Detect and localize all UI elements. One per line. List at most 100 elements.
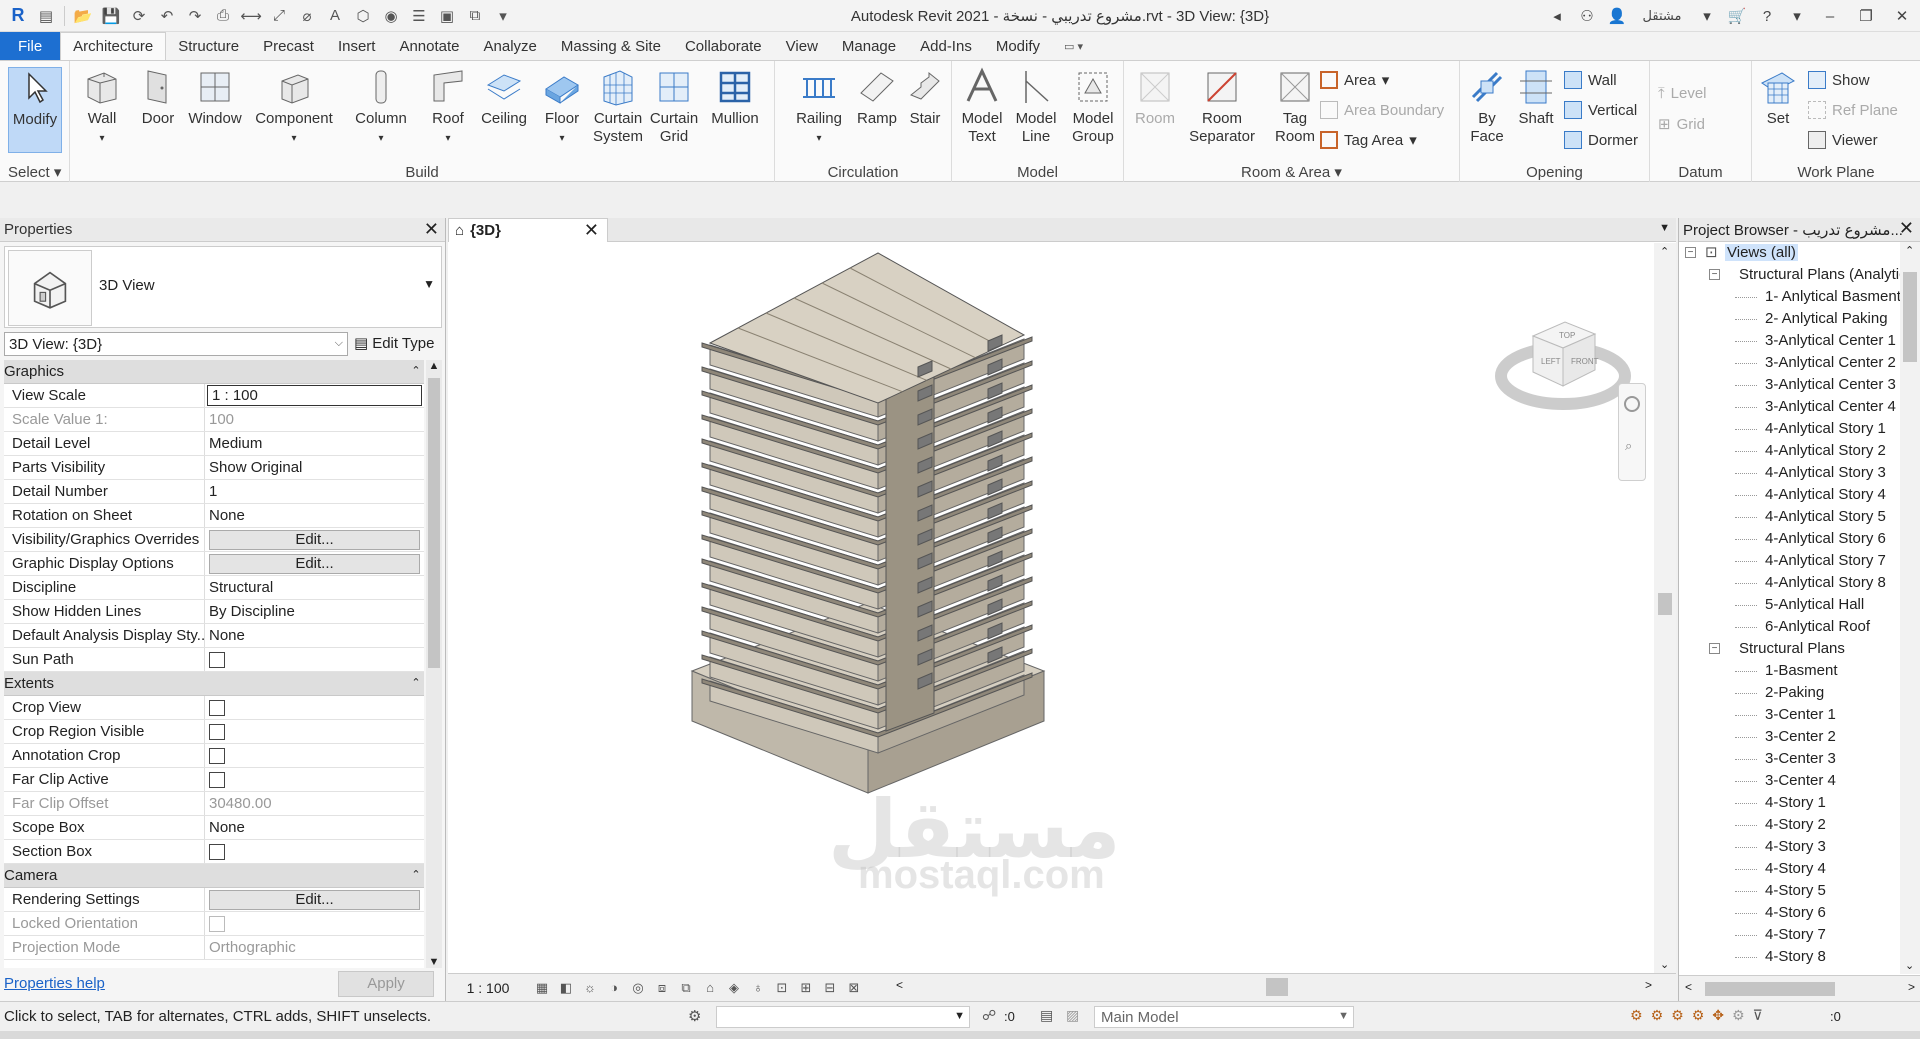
zoom-icon[interactable]: ⌕ [1625, 438, 1632, 454]
select-links-icon[interactable]: ⚙ [1630, 1007, 1643, 1024]
browser-tree-item[interactable]: 4-Story 6 [1679, 902, 1901, 924]
set-button[interactable]: Set [1756, 67, 1800, 128]
ramp-button[interactable]: Ramp [853, 67, 901, 128]
property-value[interactable]: 1 [205, 480, 424, 503]
browser-horizontal-scrollbar[interactable]: < > [1679, 975, 1920, 1001]
edit-button[interactable]: Edit... [209, 890, 420, 910]
railing-button[interactable]: Railing ▾ [789, 67, 849, 148]
roof-button[interactable]: Roof ▾ [424, 67, 472, 148]
property-value[interactable]: 1 : 100 [207, 385, 422, 406]
browser-tree-item[interactable]: 4-Story 2 [1679, 814, 1901, 836]
collapse-icon[interactable]: ⌃ [408, 864, 424, 887]
close-hidden-icon[interactable]: ▣ [433, 4, 461, 28]
property-checkbox[interactable] [205, 840, 424, 863]
worksets-icon[interactable]: ⚙ [688, 1007, 701, 1025]
property-checkbox[interactable] [205, 768, 424, 791]
temporary-hide-icon[interactable]: ◈ [724, 978, 744, 998]
print-icon[interactable]: ⎙ [209, 4, 237, 28]
tag-room-button[interactable]: Tag Room [1264, 67, 1326, 146]
browser-tree-item[interactable]: 5-Anlytical Hall [1679, 594, 1901, 616]
sync-icon[interactable]: ⟳ [125, 4, 153, 28]
browser-tree-item[interactable]: 4-Story 8 [1679, 946, 1901, 968]
browser-tree-item[interactable]: 4-Anlytical Story 2 [1679, 440, 1901, 462]
view-scale[interactable]: 1 : 100 [448, 980, 528, 996]
scroll-up-icon[interactable]: ⌃ [1660, 245, 1669, 258]
cart-icon[interactable]: 🛒 [1722, 0, 1752, 32]
detail-level-icon[interactable]: ▦ [532, 978, 552, 998]
binoculars-icon[interactable]: ⚇ [1572, 0, 1602, 32]
browser-tree-item[interactable]: 4-Anlytical Story 7 [1679, 550, 1901, 572]
tab-massing-site[interactable]: Massing & Site [549, 32, 673, 60]
unlocked-3d-icon[interactable]: ⌂ [700, 978, 720, 998]
ref-plane-button[interactable]: Ref Plane [1808, 101, 1898, 119]
ceiling-button[interactable]: Ceiling [476, 67, 532, 128]
browser-tree-item[interactable]: 4-Story 4 [1679, 858, 1901, 880]
property-checkbox[interactable] [205, 720, 424, 743]
tab-precast[interactable]: Precast [251, 32, 326, 60]
browser-tree-item[interactable]: 4-Anlytical Story 5 [1679, 506, 1901, 528]
collapse-icon[interactable]: − [1685, 247, 1696, 258]
help-icon[interactable]: ? [1752, 0, 1782, 32]
view-tabs-menu-icon[interactable]: ▼ [1659, 222, 1670, 234]
level-button[interactable]: ⤒ Level [1658, 85, 1707, 102]
tab-architecture[interactable]: Architecture [60, 32, 167, 60]
mullion-button[interactable]: Mullion [704, 67, 766, 128]
browser-tree-item[interactable]: − Structural Plans [1679, 638, 1901, 660]
view-tab-3d[interactable]: ⌂ {3D} ✕ [448, 218, 608, 242]
property-section[interactable]: Graphics ⌃ [4, 360, 424, 384]
property-value[interactable]: None [205, 504, 424, 527]
sun-path-icon[interactable]: ☼ [580, 978, 600, 998]
user-icon[interactable]: 👤 [1602, 0, 1632, 32]
modify-button[interactable]: Modify [8, 67, 62, 153]
dimension-icon[interactable]: ⤢ [265, 4, 293, 28]
viewcube[interactable]: TOP LEFT FRONT [1493, 288, 1633, 418]
scroll-left-icon[interactable]: ◂ [1542, 0, 1572, 32]
reveal-hidden-icon[interactable]: ♁ [748, 978, 768, 998]
property-value[interactable]: Structural [205, 576, 424, 599]
temporary-view-icon[interactable]: ⊡ [772, 978, 792, 998]
by-face-button[interactable]: By Face [1464, 67, 1510, 146]
select-underlay-icon[interactable]: ⚙ [1651, 1007, 1664, 1024]
scroll-left-icon[interactable]: < [896, 978, 903, 992]
property-edit-button[interactable]: Edit... [205, 552, 424, 575]
scroll-left-icon[interactable]: < [1685, 980, 1692, 994]
property-edit-button[interactable]: Edit... [205, 528, 424, 551]
collapse-icon[interactable]: ⌃ [408, 360, 424, 383]
analytical-model-icon[interactable]: ⊞ [796, 978, 816, 998]
checkbox[interactable] [209, 748, 225, 764]
viewer-button[interactable]: Viewer [1808, 131, 1878, 149]
window-button[interactable]: Window [184, 67, 246, 128]
property-value[interactable]: Show Original [205, 456, 424, 479]
browser-tree-item[interactable]: 4-Anlytical Story 8 [1679, 572, 1901, 594]
apply-button[interactable]: Apply [338, 971, 434, 997]
tab-insert[interactable]: Insert [326, 32, 388, 60]
door-button[interactable]: Door [132, 67, 184, 128]
tab-manage[interactable]: Manage [830, 32, 908, 60]
steering-wheel-icon[interactable] [1624, 396, 1640, 412]
editing-requests-icon[interactable]: ☍ [982, 1007, 996, 1024]
browser-tree-item[interactable]: 4-Story 1 [1679, 792, 1901, 814]
property-value[interactable]: By Discipline [205, 600, 424, 623]
property-checkbox[interactable] [205, 744, 424, 767]
visual-style-icon[interactable]: ◧ [556, 978, 576, 998]
browser-tree-item[interactable]: 6-Anlytical Roof [1679, 616, 1901, 638]
browser-tree-item[interactable]: − Structural Plans (Analytical) [1679, 264, 1901, 286]
scroll-down-icon[interactable]: ⌄ [1660, 958, 1669, 971]
scrollbar-thumb[interactable] [1658, 593, 1672, 615]
background-processes-icon[interactable]: ⚙ [1732, 1007, 1745, 1024]
scroll-up-icon[interactable]: ▲ [426, 360, 442, 372]
view-horizontal-scrollbar[interactable]: < > [896, 978, 1652, 996]
restore-icon[interactable]: ❐ [1848, 0, 1884, 32]
edit-button[interactable]: Edit... [209, 554, 420, 574]
select-group-label[interactable]: Select ▾ [0, 163, 69, 181]
scrollbar-thumb[interactable] [1705, 982, 1835, 996]
browser-tree-item[interactable]: 4-Anlytical Story 4 [1679, 484, 1901, 506]
scroll-up-icon[interactable]: ⌃ [1905, 244, 1914, 257]
signin-dropdown-icon[interactable]: ▾ [1692, 0, 1722, 32]
browser-tree-item[interactable]: 3-Anlytical Center 4 [1679, 396, 1901, 418]
grid-button[interactable]: ⊞ Grid [1658, 115, 1705, 134]
close-window-icon[interactable]: ✕ [1884, 0, 1920, 32]
revit-logo-icon[interactable]: R [4, 4, 32, 28]
scroll-right-icon[interactable]: > [1908, 980, 1915, 994]
browser-tree-item[interactable]: 4-Anlytical Story 1 [1679, 418, 1901, 440]
